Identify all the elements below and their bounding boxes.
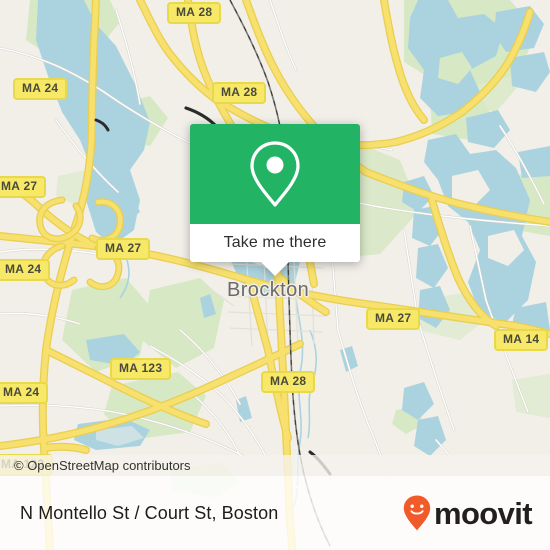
road-shield: MA 123	[110, 358, 172, 380]
road-shield: MA 28	[212, 82, 267, 104]
moovit-map-screen: Brockton MA 28 MA 24 MA 28 MA 27 MA 27 M…	[0, 0, 550, 550]
road-shield: MA 24	[0, 382, 49, 404]
road-shield: MA 27	[366, 308, 421, 330]
road-shield: MA 14	[494, 329, 549, 351]
moovit-smiley-pin-icon	[403, 495, 431, 531]
road-shield: MA 24	[0, 259, 51, 281]
moovit-logo[interactable]: moovit	[403, 495, 533, 531]
road-shield: MA 27	[0, 176, 47, 198]
moovit-wordmark: moovit	[433, 495, 533, 531]
popup-icon-area	[190, 124, 360, 224]
road-shield: MA 24	[13, 78, 68, 100]
popup-cta-area[interactable]: Take me there	[190, 224, 360, 276]
bottom-bar: N Montello St / Court St, Boston moovit	[0, 476, 550, 550]
map-attribution[interactable]: © OpenStreetMap contributors	[0, 455, 550, 476]
destination-popup-card[interactable]: Take me there	[190, 124, 360, 276]
city-label-brockton: Brockton	[227, 279, 310, 301]
road-shield: MA 28	[261, 371, 316, 393]
road-shield: MA 27	[96, 238, 151, 260]
place-name-label: N Montello St / Court St, Boston	[20, 502, 279, 523]
popup-pointer-tail	[261, 262, 289, 276]
road-shield: MA 28	[167, 2, 222, 24]
take-me-there-label: Take me there	[223, 234, 327, 251]
map-pin-icon	[247, 139, 303, 209]
